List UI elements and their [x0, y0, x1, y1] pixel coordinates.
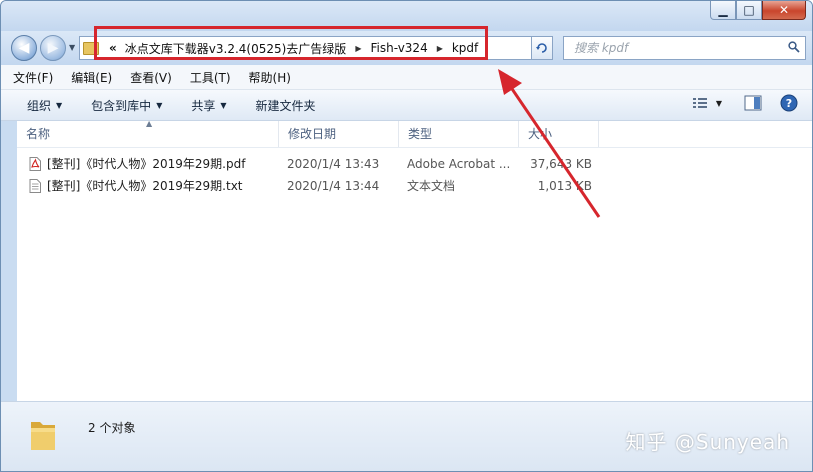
folder-icon	[83, 41, 99, 55]
text-file-icon	[29, 179, 41, 193]
help-button[interactable]: ?	[780, 94, 798, 112]
watermark: 知乎 @Sunyeah	[625, 430, 790, 454]
breadcrumb-item[interactable]: kpdf	[452, 41, 478, 55]
navigation-bar: ◀ ▶ ▼ « 冰点文库下载器v3.2.4(0525)去广告绿版 ▶ Fish-…	[1, 31, 812, 65]
file-name: [整刊]《时代人物》2019年29期.txt	[47, 179, 243, 193]
minimize-button[interactable]: ▁	[710, 1, 736, 20]
chevron-down-icon: ▼	[156, 100, 163, 110]
view-details-icon	[692, 98, 707, 108]
share-button[interactable]: 共享 ▼	[175, 97, 239, 114]
search-input[interactable]	[572, 40, 776, 56]
pdf-file-icon	[29, 157, 41, 171]
column-header-type[interactable]: 类型	[399, 121, 519, 147]
menu-file[interactable]: 文件(F)	[1, 69, 59, 86]
share-label: 共享	[191, 98, 216, 113]
new-folder-button[interactable]: 新建文件夹	[240, 97, 329, 114]
file-type: Adobe Acrobat ...	[407, 157, 511, 171]
folder-icon	[31, 422, 55, 450]
chevron-down-icon[interactable]: ▼	[716, 99, 722, 108]
menu-help[interactable]: 帮助(H)	[237, 69, 297, 86]
details-pane: 2 个对象 知乎 @Sunyeah	[1, 401, 812, 471]
chevron-down-icon: ▼	[220, 100, 227, 110]
search-icon[interactable]	[788, 41, 800, 53]
recent-pages-dropdown-icon[interactable]: ▼	[69, 43, 75, 52]
file-size: 1,013 KB	[537, 179, 592, 193]
file-date: 2020/1/4 13:44	[287, 179, 380, 193]
file-date: 2020/1/4 13:43	[287, 157, 380, 171]
file-list: 名称 ▲ 修改日期 类型 大小 [整刊]《时代人物》2019年29期.pdf 2…	[17, 119, 812, 401]
preview-pane-icon	[744, 95, 762, 111]
view-tools: ▼ ?	[678, 94, 798, 112]
chevron-down-icon: ▼	[56, 100, 63, 110]
breadcrumb-item[interactable]: Fish-v324	[370, 41, 427, 55]
menu-edit[interactable]: 编辑(E)	[59, 69, 118, 86]
column-header-size[interactable]: 大小	[519, 121, 599, 147]
file-type: 文本文档	[407, 179, 456, 193]
refresh-icon	[536, 43, 547, 53]
forward-button[interactable]: ▶	[40, 35, 66, 61]
column-header-row: 名称 ▲ 修改日期 类型 大小	[17, 119, 812, 148]
change-view-button[interactable]: ▼	[692, 96, 722, 110]
refresh-button[interactable]	[531, 36, 553, 60]
sort-ascending-icon: ▲	[146, 119, 153, 128]
file-name: [整刊]《时代人物》2019年29期.pdf	[47, 157, 246, 171]
item-count: 2 个对象	[88, 421, 136, 435]
include-in-library-button[interactable]: 包含到库中 ▼	[75, 97, 175, 114]
include-library-label: 包含到库中	[91, 98, 152, 113]
file-row[interactable]: [整刊]《时代人物》2019年29期.pdf 2020/1/4 13:43 Ad…	[17, 153, 812, 175]
explorer-window: ▁ □ ✕ ◀ ▶ ▼ « 冰点文库下载器v3.2.4(0525)去广告绿版 ▶…	[0, 0, 813, 472]
preview-pane-button[interactable]	[744, 95, 762, 111]
window-controls: ▁ □ ✕	[710, 1, 806, 21]
svg-text:?: ?	[786, 97, 792, 110]
back-button[interactable]: ◀	[11, 35, 37, 61]
chevron-right-icon[interactable]: ▶	[437, 44, 443, 53]
file-row[interactable]: [整刊]《时代人物》2019年29期.txt 2020/1/4 13:44 文本…	[17, 175, 812, 197]
menu-bar: 文件(F) 编辑(E) 查看(V) 工具(T) 帮助(H)	[1, 65, 812, 90]
menu-view[interactable]: 查看(V)	[118, 69, 178, 86]
address-bar[interactable]: « 冰点文库下载器v3.2.4(0525)去广告绿版 ▶ Fish-v324 ▶…	[79, 36, 552, 60]
search-box[interactable]	[563, 36, 806, 60]
organize-button[interactable]: 组织 ▼	[1, 97, 75, 114]
close-button[interactable]: ✕	[762, 1, 806, 20]
breadcrumb: « 冰点文库下载器v3.2.4(0525)去广告绿版 ▶ Fish-v324 ▶…	[109, 40, 478, 57]
maximize-button[interactable]: □	[736, 1, 762, 20]
breadcrumb-overflow-icon[interactable]: «	[109, 41, 117, 55]
file-name-cell[interactable]: [整刊]《时代人物》2019年29期.pdf	[29, 153, 279, 175]
organize-label: 组织	[27, 98, 52, 113]
file-size: 37,643 KB	[530, 157, 592, 171]
menu-tools[interactable]: 工具(T)	[178, 69, 237, 86]
chevron-right-icon[interactable]: ▶	[355, 44, 361, 53]
column-header-date[interactable]: 修改日期	[279, 121, 399, 147]
command-bar: 组织 ▼ 包含到库中 ▼ 共享 ▼ 新建文件夹 ▼ ?	[1, 90, 812, 121]
breadcrumb-item[interactable]: 冰点文库下载器v3.2.4(0525)去广告绿版	[125, 40, 347, 57]
help-icon: ?	[780, 94, 798, 112]
file-name-cell[interactable]: [整刊]《时代人物》2019年29期.txt	[29, 175, 279, 197]
title-bar: ▁ □ ✕	[1, 1, 812, 31]
